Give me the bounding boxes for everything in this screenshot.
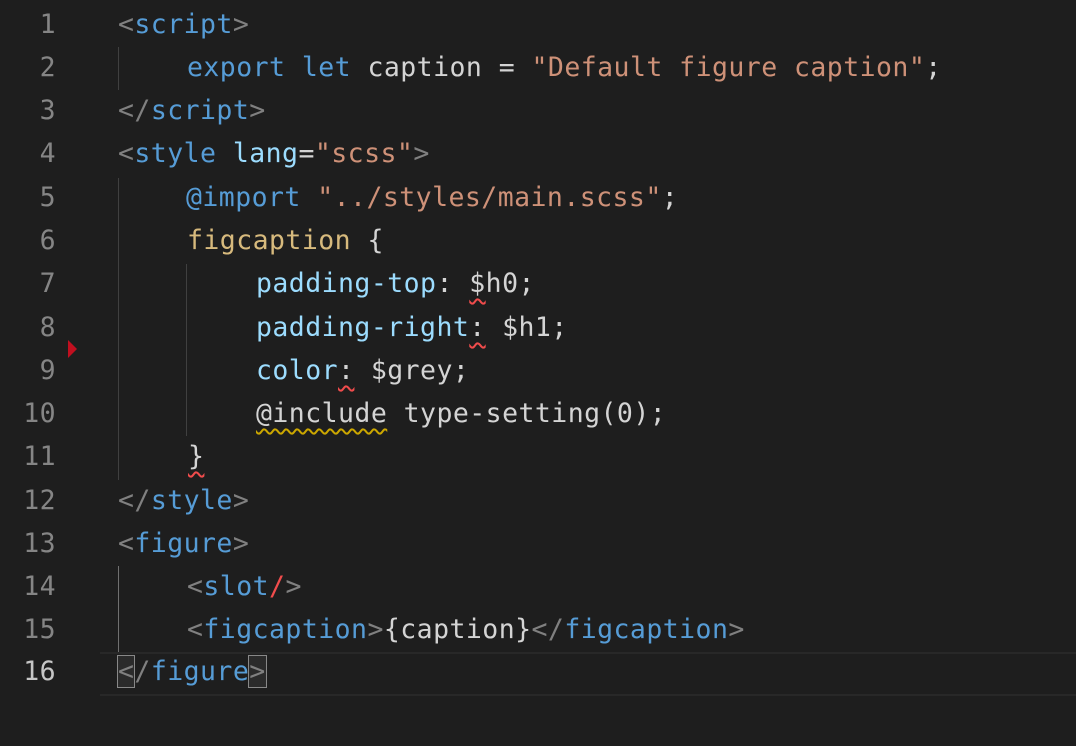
css-property: padding-right bbox=[256, 312, 470, 343]
code-line-2: export let caption = "Default figure cap… bbox=[187, 46, 942, 89]
code-line-4: <style lang="scss"> bbox=[118, 132, 430, 175]
attribute-name: lang bbox=[232, 138, 299, 169]
error-squiggle[interactable]: $ bbox=[469, 268, 485, 299]
code-line-9: color: $grey; bbox=[256, 349, 469, 392]
self-closing-slash: / bbox=[269, 571, 286, 602]
tag-bracket: > bbox=[728, 614, 745, 645]
css-value: h0 bbox=[485, 268, 519, 299]
tag-bracket: > bbox=[232, 528, 250, 559]
at-rule: @import bbox=[186, 182, 301, 213]
code-line-8: padding-right: $h1; bbox=[256, 306, 568, 349]
tag-bracket: / bbox=[134, 656, 151, 687]
code-line-14: <slot/> bbox=[187, 565, 302, 608]
code-line-5: @import "../styles/main.scss"; bbox=[186, 176, 678, 219]
tag-bracket: > bbox=[413, 138, 430, 169]
code-line-11: } bbox=[188, 435, 204, 478]
warning-squiggle[interactable]: @include bbox=[256, 398, 387, 429]
tag-name: style bbox=[134, 138, 217, 169]
tag-bracket: > bbox=[249, 95, 266, 126]
tag-bracket: < bbox=[118, 528, 135, 559]
tag-name: figure bbox=[134, 528, 233, 559]
tag-bracket: < bbox=[187, 571, 204, 602]
indent-guide bbox=[118, 47, 119, 90]
code-line-12: </style> bbox=[118, 479, 249, 522]
css-selector: figcaption bbox=[187, 225, 352, 256]
tag-bracket: </ bbox=[118, 95, 151, 126]
svelte-expression: {caption} bbox=[383, 614, 532, 645]
tag-name: figure bbox=[150, 656, 250, 687]
operator: = bbox=[482, 52, 532, 83]
tag-bracket: > bbox=[232, 9, 250, 40]
tag-bracket: > bbox=[285, 571, 302, 602]
string-literal: "Default figure caption" bbox=[531, 52, 926, 83]
brace: { bbox=[351, 225, 384, 256]
string-literal: "../styles/main.scss" bbox=[317, 182, 662, 213]
semicolon: ; bbox=[518, 268, 535, 299]
tag-bracket: < bbox=[187, 614, 204, 645]
matched-bracket: > bbox=[248, 655, 267, 688]
keyword: let bbox=[301, 52, 352, 83]
semicolon: ; bbox=[925, 52, 942, 83]
code-line-7: padding-top: $h0; bbox=[256, 262, 535, 305]
tag-name: style bbox=[150, 485, 233, 516]
code-line-6: figcaption { bbox=[187, 219, 384, 262]
tag-bracket: < bbox=[118, 9, 135, 40]
error-squiggle[interactable]: } bbox=[188, 441, 204, 472]
code-line-10: @include type-setting(0); bbox=[256, 392, 666, 435]
indent-guide-active bbox=[118, 566, 119, 652]
tag-name: script bbox=[134, 9, 233, 40]
css-value: $h1; bbox=[485, 312, 568, 343]
tag-name: script bbox=[150, 95, 250, 126]
attribute-value: "scss" bbox=[314, 138, 414, 169]
tag-bracket: </ bbox=[531, 614, 565, 645]
tag-name: figcaption bbox=[564, 614, 729, 645]
indent-guide bbox=[118, 178, 119, 480]
css-property: color bbox=[256, 355, 339, 386]
tag-bracket: < bbox=[118, 138, 135, 169]
css-property: padding-top bbox=[256, 268, 437, 299]
tag-bracket: > bbox=[367, 614, 384, 645]
error-squiggle[interactable]: : bbox=[338, 355, 354, 386]
tag-name: slot bbox=[203, 571, 270, 602]
tag-bracket: > bbox=[232, 485, 250, 516]
code-line-15: <figcaption>{caption}</figcaption> bbox=[187, 608, 745, 651]
code-area[interactable]: <script> export let caption = "Default f… bbox=[0, 0, 1076, 746]
css-value: $grey; bbox=[354, 355, 470, 386]
code-line-16[interactable]: </figure> bbox=[116, 650, 267, 693]
mixin-call: type-setting(0); bbox=[387, 398, 667, 429]
error-squiggle[interactable]: : bbox=[469, 312, 485, 343]
code-line-3: </script> bbox=[118, 89, 266, 132]
code-editor[interactable]: 1 2 3 4 5 6 7 8 9 10 11 12 13 14 15 16 <… bbox=[0, 0, 1076, 746]
variable-name: caption bbox=[367, 52, 483, 83]
code-line-1: <script> bbox=[118, 3, 249, 46]
keyword: export bbox=[187, 52, 286, 83]
tag-bracket: </ bbox=[118, 485, 151, 516]
matched-bracket: < bbox=[116, 655, 136, 688]
indent-guide bbox=[186, 264, 187, 436]
tag-name: figcaption bbox=[203, 614, 368, 645]
code-line-13: <figure> bbox=[118, 522, 249, 565]
semicolon: ; bbox=[661, 182, 679, 213]
operator: = bbox=[298, 138, 315, 169]
colon: : bbox=[436, 268, 453, 299]
